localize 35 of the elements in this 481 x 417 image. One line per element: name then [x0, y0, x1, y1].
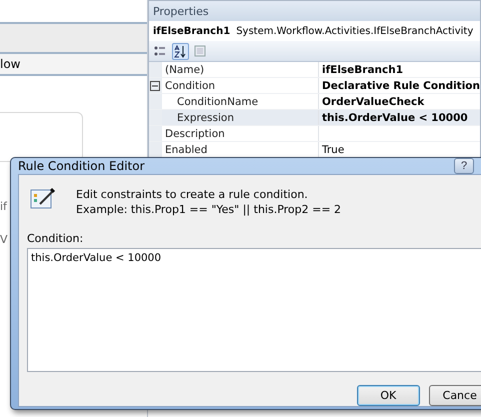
condition-label: Condition: [27, 232, 84, 245]
property-name: ConditionName [176, 96, 260, 108]
collapse-icon[interactable] [150, 80, 160, 90]
property-pages-icon [194, 45, 206, 57]
panel-title: Properties [148, 1, 480, 21]
dialog-button[interactable]: Cance [428, 385, 481, 406]
property-name: Condition [164, 80, 216, 92]
sort-icon [174, 44, 186, 58]
designer-tab[interactable]: low [0, 54, 147, 76]
instruction-text: Example: this.Prop1 == "Yes" || this.Prop2 == 2 [76, 203, 342, 216]
designer-text: if [0, 200, 8, 213]
property-row[interactable]: Condition Declarative Rule Condition [148, 78, 480, 94]
help-button[interactable]: ? [454, 158, 474, 174]
toolbar-button[interactable] [172, 42, 189, 60]
property-value: OrderValueCheck [318, 94, 480, 109]
property-name: Expression [176, 112, 235, 124]
property-value: ifElseBranch1 [318, 62, 480, 77]
categorized-icon [154, 45, 166, 57]
object-name: ifElseBranch1 [152, 26, 230, 36]
dialog-title: Rule Condition Editor [18, 159, 145, 173]
property-name: Enabled [164, 144, 208, 156]
property-value: Declarative Rule Condition [318, 78, 480, 93]
object-type: System.Workflow.Activities.IfElseBranchActivity [236, 26, 474, 36]
property-name: Description [164, 128, 226, 140]
property-value: this.OrderValue < 10000 [318, 110, 480, 125]
dialog-button[interactable]: OK [357, 385, 420, 406]
property-row[interactable]: (Name) ifElseBranch1 [148, 62, 480, 78]
property-row[interactable]: ConditionName OrderValueCheck [148, 94, 480, 110]
property-row[interactable]: Expression this.OrderValue < 10000 [148, 110, 480, 126]
rule-editor-icon [30, 186, 56, 210]
condition-field[interactable]: this.OrderValue < 10000 [27, 248, 481, 372]
property-name: (Name) [164, 64, 206, 76]
designer-text: V [0, 233, 9, 246]
instruction-text: Edit constraints to create a rule condition. [76, 188, 309, 201]
property-row[interactable]: Description [148, 126, 480, 142]
